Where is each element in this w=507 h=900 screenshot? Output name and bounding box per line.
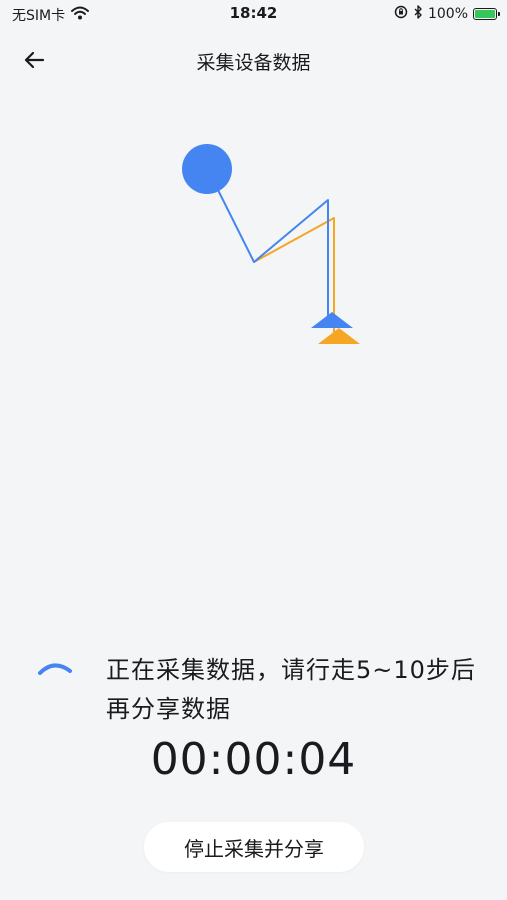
elapsed-timer: 00:00:04 (150, 734, 357, 785)
orientation-lock-icon (394, 5, 408, 23)
primary-foot-marker (311, 312, 353, 328)
page-title: 采集设备数据 (196, 52, 311, 74)
collecting-message: 正在采集数据，请行走5~10步后再分享数据 (106, 656, 476, 723)
stop-and-share-button[interactable]: 停止采集并分享 (144, 822, 364, 872)
head-joint-marker (182, 144, 232, 194)
leg-figure-illustration (0, 90, 507, 390)
loading-spinner-icon (36, 655, 76, 685)
bluetooth-icon (413, 5, 423, 23)
primary-limb-line (207, 169, 329, 322)
battery-level-fill (475, 10, 495, 18)
header: 采集设备数据 (0, 36, 507, 84)
secondary-foot-marker (318, 328, 360, 344)
battery-icon (473, 8, 500, 20)
status-right: 100% (394, 5, 500, 23)
battery-percent: 100% (427, 6, 468, 22)
status-bar: 无SIM卡 18:42 100% (0, 0, 507, 28)
